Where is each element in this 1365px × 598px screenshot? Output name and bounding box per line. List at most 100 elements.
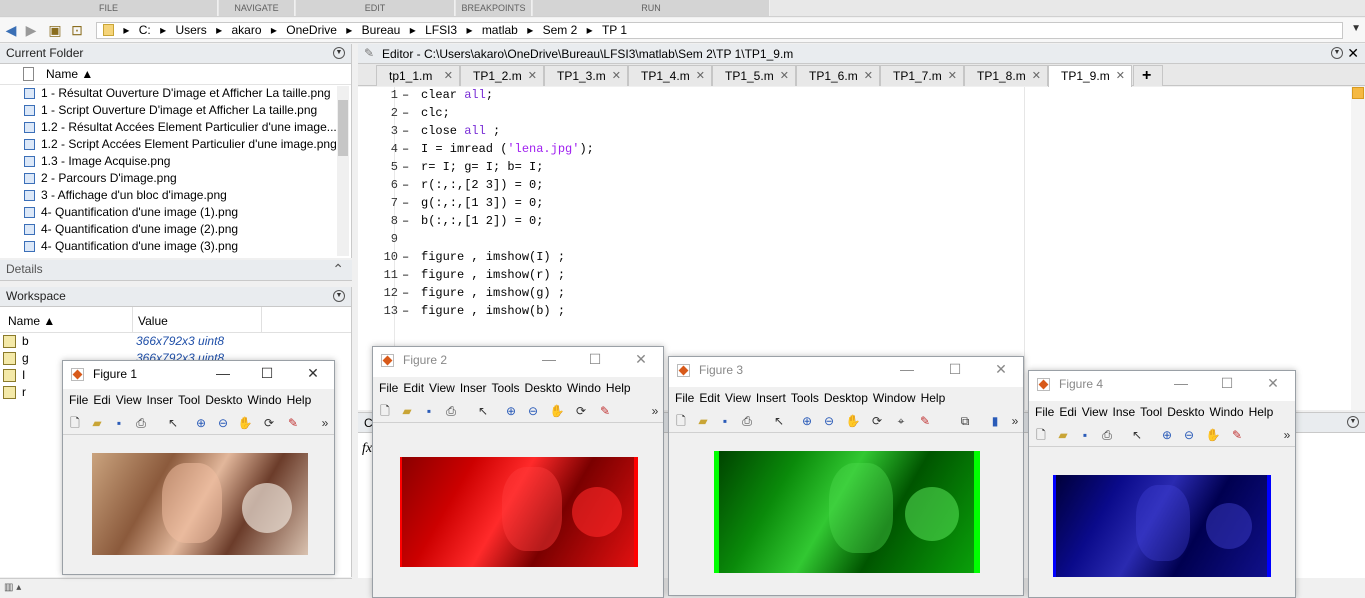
more-tools-icon[interactable]: » xyxy=(647,403,663,419)
panel-menu-icon[interactable]: ▼ xyxy=(333,47,345,59)
menu-item-file[interactable]: File xyxy=(1035,405,1054,419)
close-icon[interactable]: ✕ xyxy=(303,365,323,382)
tab-tp1-3[interactable]: TP1_3.m ✕ xyxy=(544,65,628,86)
close-icon[interactable]: ✕ xyxy=(631,351,651,368)
close-tab-icon[interactable]: ✕ xyxy=(864,66,873,86)
tab-tp1-1[interactable]: tp1_1.m ✕ xyxy=(376,65,460,86)
browse-folder-icon[interactable]: ⊡ xyxy=(68,21,86,39)
breakpoint-marker[interactable]: – xyxy=(402,196,409,210)
menu-item-edit[interactable]: Edit xyxy=(403,381,424,395)
breakpoint-marker[interactable]: – xyxy=(402,142,409,156)
menu-item-deskto[interactable]: Deskto xyxy=(205,393,242,407)
menu-item-windo[interactable]: Windo xyxy=(248,393,282,407)
crumb-akaro[interactable]: akaro xyxy=(232,23,262,37)
brush-icon[interactable]: ✎ xyxy=(917,413,933,429)
save-icon[interactable]: ▪ xyxy=(717,413,733,429)
menu-item-tools[interactable]: Tools xyxy=(492,381,520,395)
pan-icon[interactable]: ✋ xyxy=(1205,427,1221,443)
menu-item-help[interactable]: Help xyxy=(1249,405,1274,419)
data-cursor-icon[interactable]: ⌖ xyxy=(893,413,909,429)
close-tab-icon[interactable]: ✕ xyxy=(780,66,789,86)
maximize-icon[interactable]: ☐ xyxy=(1217,375,1237,392)
breakpoint-marker[interactable]: – xyxy=(402,106,409,120)
scrollbar-thumb[interactable] xyxy=(338,100,348,156)
menu-item-windo[interactable]: Windo xyxy=(1210,405,1244,419)
pan-icon[interactable]: ✋ xyxy=(237,415,253,431)
breakpoint-marker[interactable]: – xyxy=(402,304,409,318)
new-file-icon[interactable]: 🗋 xyxy=(1033,427,1049,443)
menu-item-help[interactable]: Help xyxy=(287,393,312,407)
new-file-icon[interactable]: 🗋 xyxy=(673,413,689,429)
more-tools-icon[interactable]: » xyxy=(1279,427,1295,443)
close-tab-icon[interactable]: ✕ xyxy=(948,66,957,86)
panel-menu-icon[interactable]: ▼ xyxy=(1347,416,1359,428)
new-file-icon[interactable]: 🗋 xyxy=(377,403,393,419)
panel-menu-icon[interactable]: ▼ xyxy=(333,290,345,302)
pan-icon[interactable]: ✋ xyxy=(549,403,565,419)
more-tools-icon[interactable]: » xyxy=(317,415,333,431)
path-breadcrumb[interactable]: ▸ C: ▸ Users ▸ akaro ▸ OneDrive ▸ Bureau… xyxy=(96,22,1343,39)
crumb-tp1[interactable]: TP 1 xyxy=(602,23,627,37)
colorbar-icon[interactable]: ▮ xyxy=(987,413,1003,429)
ribbon-navigate[interactable]: NAVIGATE xyxy=(219,0,295,16)
close-tab-icon[interactable]: ✕ xyxy=(696,66,705,86)
rotate-icon[interactable]: ⟳ xyxy=(573,403,589,419)
ribbon-edit[interactable]: EDIT xyxy=(296,0,455,16)
code-line[interactable]: clc; xyxy=(421,106,450,120)
menu-item-window[interactable]: Window xyxy=(873,391,916,405)
code-line[interactable]: I = imread ('lena.jpg'); xyxy=(421,142,594,156)
new-file-icon[interactable]: 🗋 xyxy=(67,415,83,431)
file-row[interactable]: 1.2 - Script Accées Element Particulier … xyxy=(0,136,351,153)
open-folder-icon[interactable]: ▰ xyxy=(399,403,415,419)
menu-item-view[interactable]: View xyxy=(429,381,455,395)
name-column-header[interactable]: Name ▲ xyxy=(46,67,93,81)
menu-item-windo[interactable]: Windo xyxy=(567,381,601,395)
breakpoint-marker[interactable]: – xyxy=(402,88,409,102)
open-folder-icon[interactable]: ▰ xyxy=(89,415,105,431)
crumb-sem2[interactable]: Sem 2 xyxy=(543,23,578,37)
zoom-in-icon[interactable]: ⊕ xyxy=(503,403,519,419)
minimize-icon[interactable]: — xyxy=(897,361,917,377)
open-folder-icon[interactable]: ▰ xyxy=(1055,427,1071,443)
figure-2-window[interactable]: Figure 2 — ☐ ✕ File Edit View Inser Tools Des… xyxy=(372,346,664,598)
crumb-users[interactable]: Users xyxy=(175,23,206,37)
maximize-icon[interactable]: ☐ xyxy=(585,351,605,368)
breakpoint-marker[interactable]: – xyxy=(402,268,409,282)
rotate-icon[interactable]: ⟳ xyxy=(869,413,885,429)
figure-1-window[interactable]: Figure 1 — ☐ ✕ File Edi View Inser Tool Deskt… xyxy=(62,360,335,575)
menu-item-file[interactable]: File xyxy=(675,391,694,405)
pointer-icon[interactable]: ↖ xyxy=(1129,427,1145,443)
breakpoint-marker[interactable]: – xyxy=(402,250,409,264)
close-editor-icon[interactable]: ✕ xyxy=(1347,45,1359,62)
menu-item-edit[interactable]: Edit xyxy=(699,391,720,405)
rotate-icon[interactable]: ⟳ xyxy=(261,415,277,431)
menu-item-view[interactable]: View xyxy=(1082,405,1108,419)
zoom-in-icon[interactable]: ⊕ xyxy=(193,415,209,431)
tab-tp1-7[interactable]: TP1_7.m ✕ xyxy=(880,65,964,86)
close-icon[interactable]: ✕ xyxy=(1263,375,1283,392)
minimize-icon[interactable]: — xyxy=(539,351,559,367)
panel-menu-icon[interactable]: ▼ xyxy=(1331,47,1343,59)
tab-tp1-5[interactable]: TP1_5.m ✕ xyxy=(712,65,796,86)
print-icon[interactable]: ⎙ xyxy=(443,403,459,419)
code-line[interactable]: figure , imshow(g) ; xyxy=(421,286,565,300)
maximize-icon[interactable]: ☐ xyxy=(257,365,277,382)
menu-item-edi[interactable]: Edi xyxy=(1059,405,1076,419)
file-row[interactable]: 4- Quantification d'une image (1).png xyxy=(0,204,351,221)
save-icon[interactable]: ▪ xyxy=(421,403,437,419)
zoom-out-icon[interactable]: ⊖ xyxy=(1181,427,1197,443)
link-plot-icon[interactable]: ⧉ xyxy=(957,413,973,429)
open-folder-icon[interactable]: ▰ xyxy=(695,413,711,429)
print-icon[interactable]: ⎙ xyxy=(1099,427,1115,443)
back-icon[interactable]: ◀ xyxy=(2,21,20,39)
ws-row[interactable]: b 366x792x3 uint8 xyxy=(0,333,351,350)
tab-tp1-6[interactable]: TP1_6.m ✕ xyxy=(796,65,880,86)
code-line[interactable]: r= I; g= I; b= I; xyxy=(421,160,543,174)
zoom-out-icon[interactable]: ⊖ xyxy=(215,415,231,431)
menu-item-tools[interactable]: Tools xyxy=(791,391,819,405)
menu-item-view[interactable]: View xyxy=(725,391,751,405)
menu-item-insert[interactable]: Insert xyxy=(756,391,786,405)
file-row[interactable]: 1.2 - Résultat Accées Element Particulie… xyxy=(0,119,351,136)
save-icon[interactable]: ▪ xyxy=(1077,427,1093,443)
file-row[interactable]: 4- Quantification d'une image (2).png xyxy=(0,221,351,238)
